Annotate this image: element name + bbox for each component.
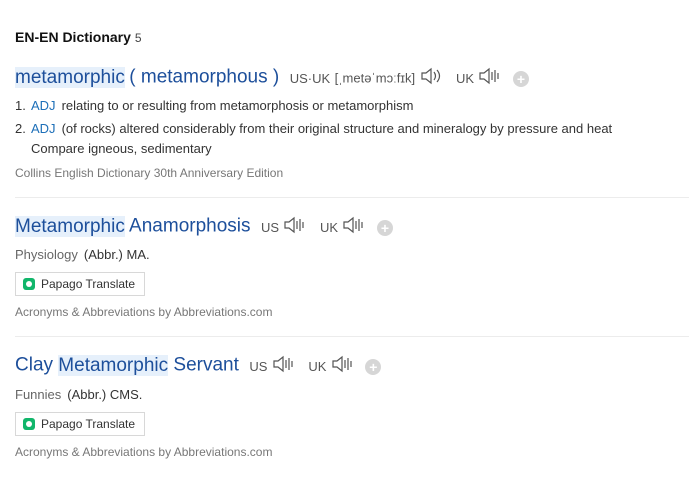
entry-1-headword-row: metamorphic ( metamorphous ) US·UK [ˌmet… [15, 66, 529, 91]
abbreviation: (Abbr.) MA. [83, 247, 150, 262]
us-uk-label: US·UK [289, 70, 331, 86]
speaker-us-icon[interactable] [272, 354, 296, 379]
add-wordbook-icon[interactable]: + [376, 219, 393, 236]
uk-label: UK [455, 70, 475, 86]
entry-1-source: Collins English Dictionary 30th Annivers… [15, 166, 284, 180]
entry-2-source: Acronyms & Abbreviations by Abbreviation… [15, 305, 273, 319]
headword-link[interactable]: metamorphic [15, 66, 125, 88]
add-wordbook-icon[interactable]: + [365, 358, 382, 375]
headword-highlight: Metamorphic [15, 215, 125, 237]
headword-link[interactable]: Clay Metamorphic Servant [15, 354, 239, 376]
speaker-uk-icon[interactable] [331, 354, 355, 379]
papago-translate-button[interactable]: Papago Translate [15, 412, 146, 436]
headword-rest: Servant [168, 354, 239, 376]
us-label: US [260, 219, 280, 235]
part-of-speech: ADJ [31, 98, 56, 113]
papago-label: Papago Translate [41, 277, 136, 291]
definition-2-extra: Compare igneous, sedimentary [31, 141, 212, 156]
entry-2-meta: Physiology (Abbr.) MA. [15, 247, 150, 262]
entry-2-headword-row: Metamorphic Anamorphosis US UK + [15, 215, 393, 240]
ipa-pronunciation: [ˌmetəˈmɔːfɪk] [334, 70, 416, 86]
category-label: Funnies [15, 387, 62, 402]
entry-3-meta: Funnies (Abbr.) CMS. [15, 387, 142, 402]
headword-highlight: Metamorphic [58, 354, 169, 376]
definition-1: 1. ADJ relating to or resulting from metam… [15, 98, 413, 113]
speaker-uk-icon[interactable] [342, 215, 366, 240]
speaker-uk-icon[interactable] [478, 66, 502, 91]
def-number: 2. [15, 121, 26, 136]
divider [15, 336, 689, 337]
us-label: US [249, 358, 268, 374]
divider [15, 197, 689, 198]
dictionary-title: EN-EN Dictionary [15, 29, 131, 45]
headword-link[interactable]: Metamorphic Anamorphosis [15, 215, 251, 237]
definition-text: (of rocks) altered considerably from the… [61, 121, 613, 136]
headword-rest: Anamorphosis [124, 215, 251, 237]
category-label: Physiology [15, 247, 78, 262]
speaker-icon[interactable] [420, 66, 444, 91]
def-number: 1. [15, 98, 26, 113]
dictionary-header: EN-EN Dictionary 5 [15, 29, 142, 45]
papago-icon [23, 418, 35, 430]
entry-3-headword-row: Clay Metamorphic Servant US UK + [15, 354, 382, 379]
entry-3-source: Acronyms & Abbreviations by Abbreviation… [15, 445, 273, 459]
uk-label: UK [308, 358, 327, 374]
speaker-us-icon[interactable] [283, 215, 307, 240]
result-count: 5 [134, 31, 142, 45]
papago-label: Papago Translate [41, 417, 136, 431]
papago-translate-button[interactable]: Papago Translate [15, 272, 146, 296]
headword-prefix: Clay [15, 354, 59, 376]
alt-headword-link[interactable]: ( metamorphous ) [129, 67, 279, 88]
definition-2: 2. ADJ (of rocks) altered considerably fro… [15, 121, 612, 136]
part-of-speech: ADJ [31, 121, 56, 136]
definition-text: relating to or resulting from metamorpho… [61, 98, 414, 113]
uk-label: UK [319, 219, 338, 235]
add-wordbook-icon[interactable]: + [512, 70, 529, 87]
papago-icon [23, 278, 35, 290]
abbreviation: (Abbr.) CMS. [67, 387, 143, 402]
